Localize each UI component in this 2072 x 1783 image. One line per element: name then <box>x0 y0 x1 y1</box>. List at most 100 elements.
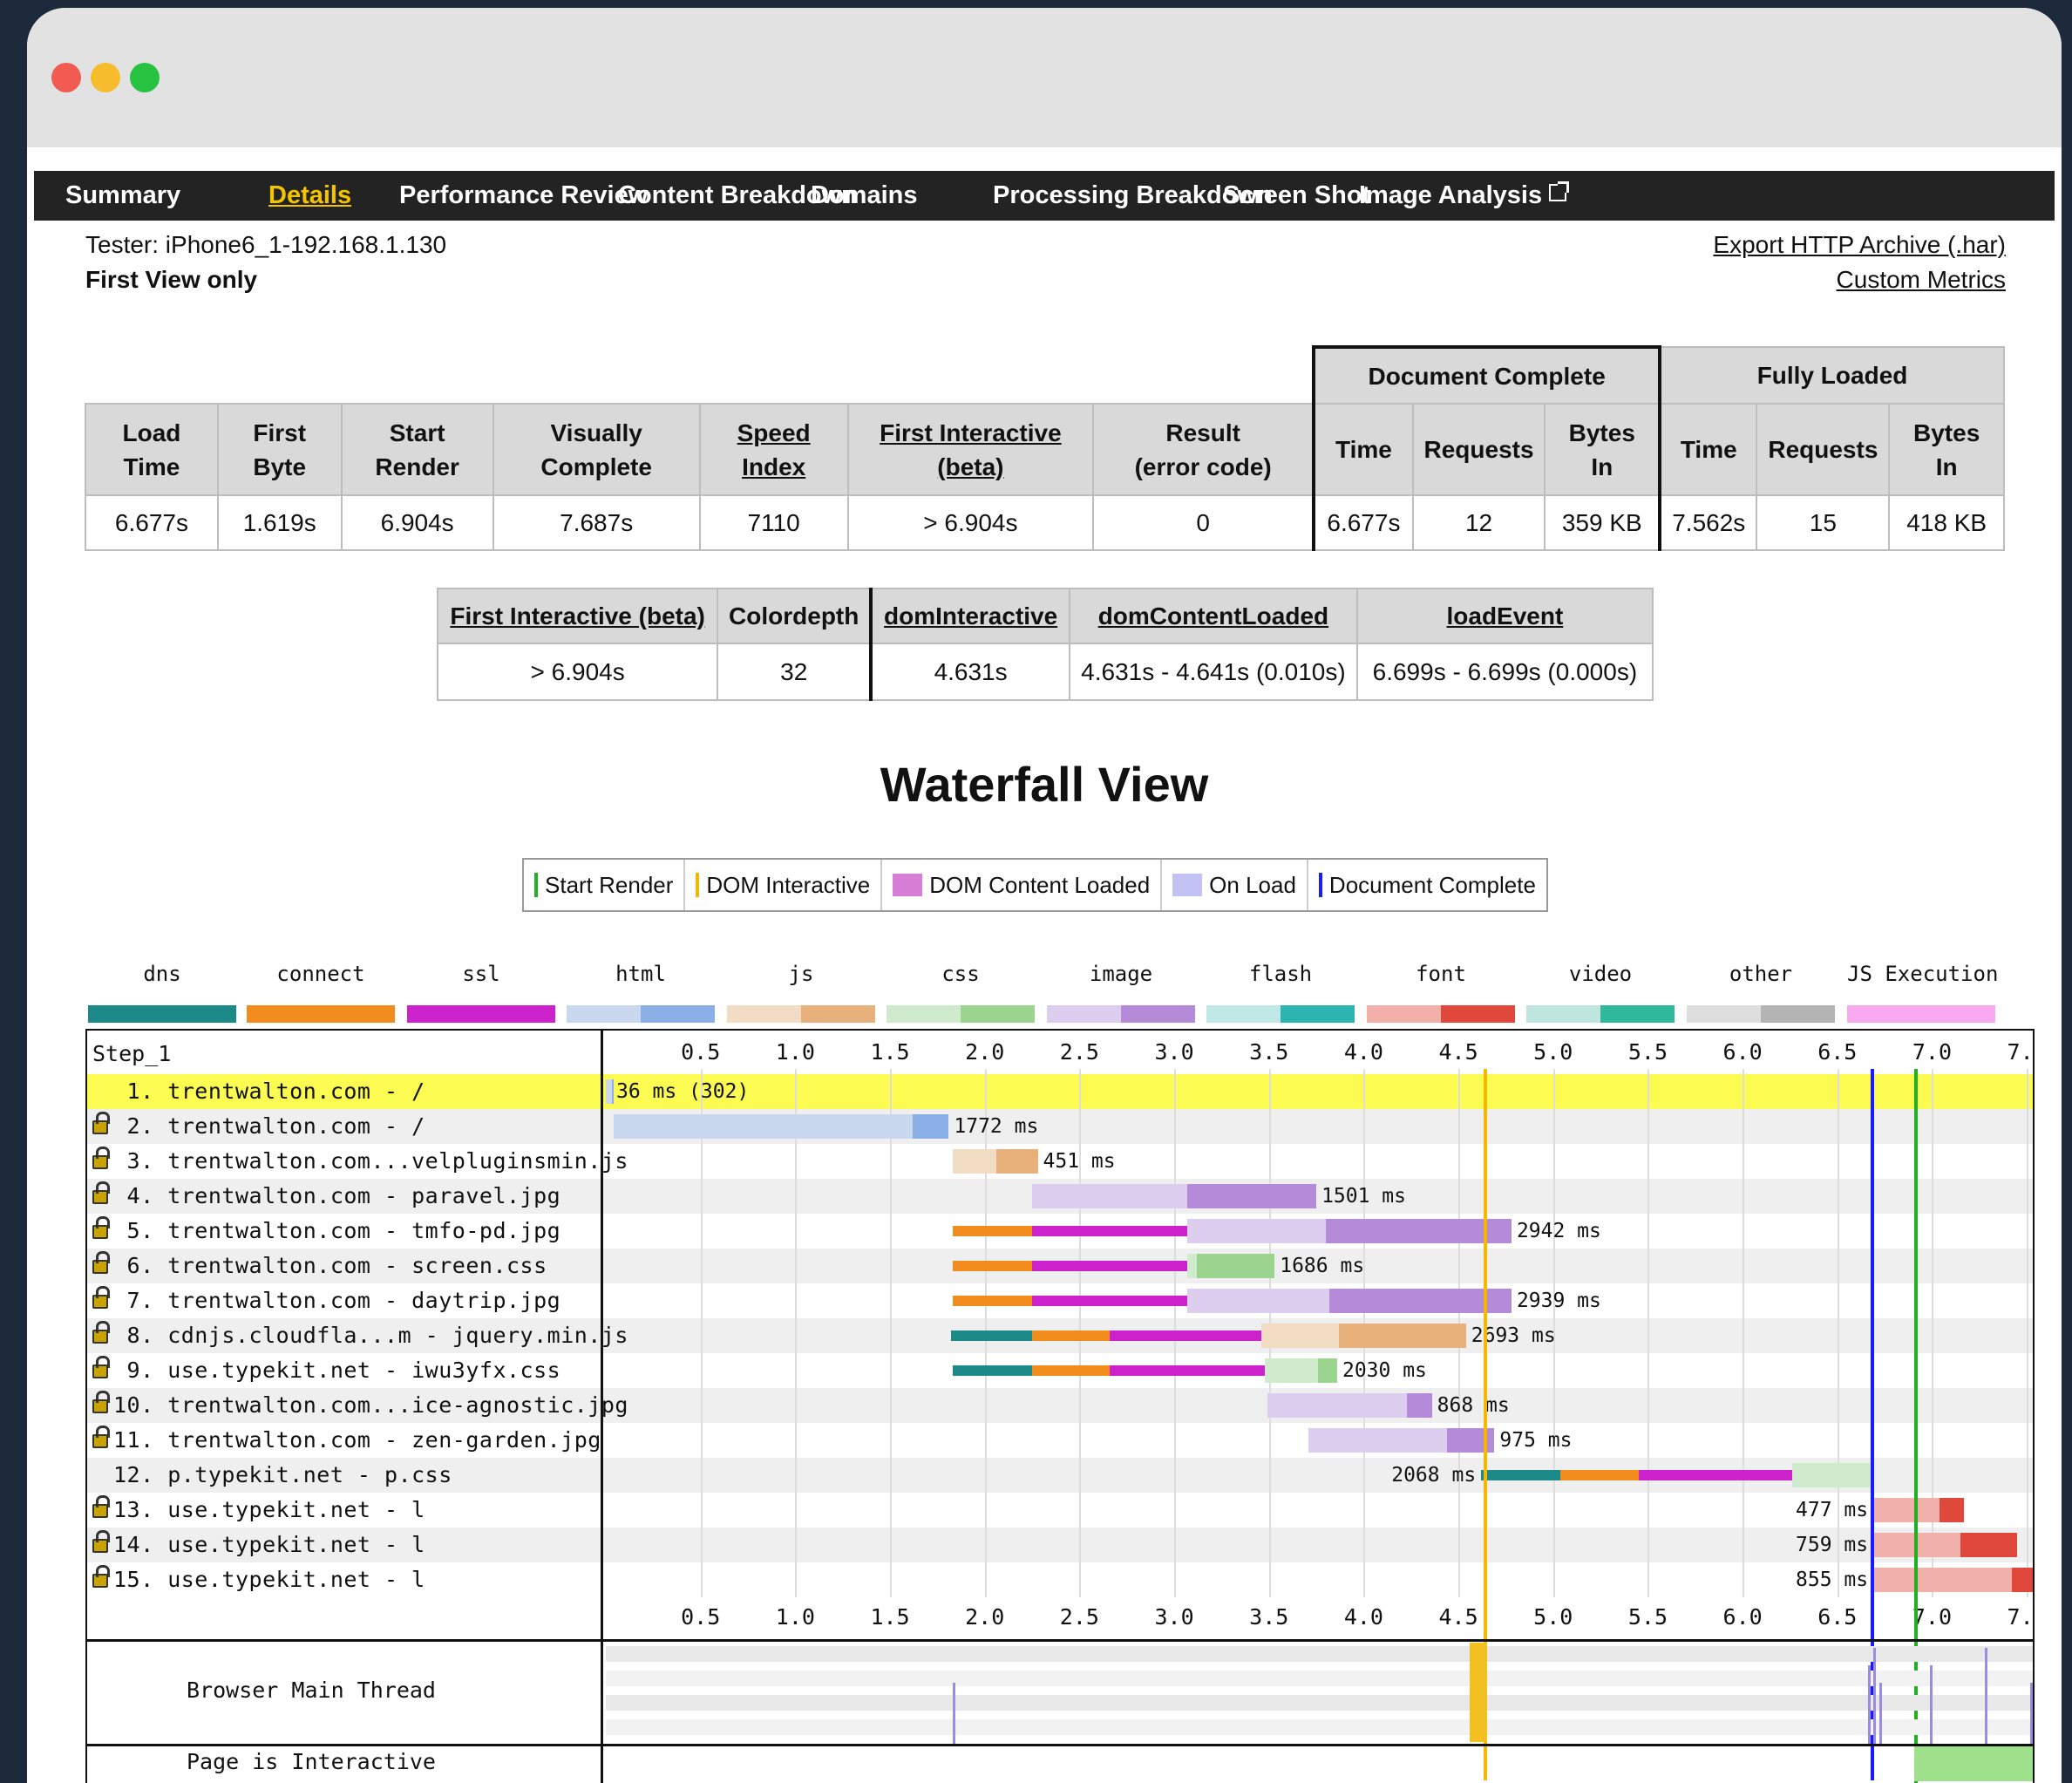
time-tick-top: 4.0 <box>1343 1039 1383 1065</box>
minimize-window-button[interactable] <box>91 63 120 92</box>
summary-header-label: Time <box>1680 436 1737 463</box>
type-label-video: video <box>1568 962 1633 986</box>
request-duration: 1686 ms <box>1280 1255 1365 1277</box>
request-label[interactable]: 12. p.typekit.net - p.css <box>92 1458 452 1493</box>
request-url: trentwalton.com - / <box>153 1079 425 1104</box>
bar-connect <box>952 1261 1033 1271</box>
summary-table: Document Complete Fully Loaded Load Time F… <box>85 345 2005 551</box>
close-window-button[interactable] <box>51 63 81 92</box>
timing-header-domcontentloaded[interactable]: domContentLoaded <box>1069 588 1358 644</box>
legend-item-on-load: On Load <box>1162 860 1308 910</box>
request-url: trentwalton.com - / <box>153 1113 425 1139</box>
request-number: 11. <box>113 1427 154 1453</box>
type-swatch-light <box>887 1005 961 1023</box>
nav-tab-details[interactable]: Details <box>268 171 351 221</box>
time-tick-bottom: 5.5 <box>1627 1604 1668 1630</box>
lock-icon <box>92 1321 110 1344</box>
request-type-legend: dns connect ssl html js css image flash font vide… <box>27 958 2062 1028</box>
type-label-css: css <box>941 962 980 986</box>
summary-header-speed-index-4[interactable]: Speed Index <box>698 403 849 496</box>
request-label[interactable]: 10. trentwalton.com...ice-agnostic.jpg <box>92 1388 628 1423</box>
nav-tab-summary[interactable]: Summary <box>65 171 180 221</box>
timing-header-dominteractive[interactable]: domInteractive <box>869 588 1071 644</box>
type-swatch-dark <box>961 1005 1035 1023</box>
type-swatch-light <box>1206 1005 1281 1023</box>
timing-header-label: domContentLoaded <box>1097 602 1329 629</box>
tester-info: Tester: iPhone6_1-192.168.1.130 <box>85 231 447 258</box>
request-number: 1. <box>113 1079 154 1104</box>
summary-header-label: Speed Index <box>737 419 811 480</box>
bar-ttfb <box>613 1114 914 1139</box>
request-label[interactable]: 8. cdnjs.cloudfla...m - jquery.min.js <box>92 1318 628 1353</box>
type-swatch-js-execution <box>1847 1005 1995 1023</box>
summary-value-10: 7.562s <box>1658 494 1758 551</box>
request-label[interactable]: 1. trentwalton.com - / <box>92 1074 425 1109</box>
grid-line <box>2027 1069 2029 1597</box>
custom-metrics-link[interactable]: Custom Metrics <box>1837 266 2006 294</box>
type-swatch-dark <box>1600 1005 1675 1023</box>
legend-item-start-render: Start Render <box>524 860 686 910</box>
type-swatch-ssl <box>407 1005 555 1023</box>
time-tick-bottom: 1.0 <box>775 1604 815 1630</box>
request-number: 14. <box>113 1532 154 1557</box>
request-url: use.typekit.net - iwu3yfx.css <box>153 1358 561 1383</box>
request-label[interactable]: 6. trentwalton.com - screen.css <box>92 1249 547 1283</box>
summary-header-requests-11: Requests <box>1756 403 1891 496</box>
request-label[interactable]: 13. use.typekit.net - l <box>92 1493 425 1528</box>
summary-header-label: Requests <box>1768 436 1878 463</box>
request-label[interactable]: 11. trentwalton.com - zen-garden.jpg <box>92 1423 601 1458</box>
summary-header-bytes-in-12: Bytes In <box>1888 403 2005 496</box>
request-label[interactable]: 4. trentwalton.com - paravel.jpg <box>92 1179 560 1214</box>
bar-download <box>1197 1254 1275 1278</box>
summary-header-first-interactive-beta-5[interactable]: First Interactive (beta) <box>846 403 1095 496</box>
nav-tab-performance-review[interactable]: Performance Review <box>399 171 648 221</box>
request-label[interactable]: 15. use.typekit.net - l <box>92 1562 425 1597</box>
bar-connect <box>1560 1470 1639 1480</box>
request-label[interactable]: 5. trentwalton.com - tmfo-pd.jpg <box>92 1214 560 1249</box>
bar-ttfb <box>1187 1289 1330 1313</box>
request-label[interactable]: 9. use.typekit.net - iwu3yfx.css <box>92 1353 560 1388</box>
request-label[interactable]: 2. trentwalton.com - / <box>92 1109 425 1144</box>
timing-value-2: 4.631s <box>869 643 1071 701</box>
maximize-window-button[interactable] <box>130 63 160 92</box>
request-number: 2. <box>113 1113 154 1139</box>
type-label-js-execution: JS Execution <box>1847 962 1999 986</box>
type-swatch-light <box>567 1005 641 1023</box>
nav-tab-image-analysis[interactable]: Image Analysis <box>1359 171 1570 221</box>
legend-label: Start Render <box>545 871 674 898</box>
nav-tab-screen-shot[interactable]: Screen Shot <box>1223 171 1370 221</box>
bar-ttfb <box>1187 1219 1326 1243</box>
request-label[interactable]: 3. trentwalton.com...velpluginsmin.js <box>92 1144 628 1179</box>
timing-header-colordepth: Colordepth <box>717 588 873 644</box>
waterfall-legend: Start Render DOM Interactive DOM Content L… <box>522 858 1548 912</box>
time-tick-bottom: 5.0 <box>1533 1604 1573 1630</box>
request-duration: 477 ms <box>1796 1499 1869 1521</box>
lock-icon <box>92 1147 110 1169</box>
request-label[interactable]: 7. trentwalton.com - daytrip.jpg <box>92 1283 560 1318</box>
request-label[interactable]: 14. use.typekit.net - l <box>92 1528 425 1562</box>
request-number: 12. <box>113 1462 154 1487</box>
waterfall-title: Waterfall View <box>880 757 1209 812</box>
time-tick-bottom: 1.5 <box>870 1604 910 1630</box>
time-tick-top: 1.0 <box>775 1039 815 1065</box>
summary-header-bytes-in-9: Bytes In <box>1544 403 1661 496</box>
time-tick-top: 1.5 <box>870 1039 910 1065</box>
request-number: 10. <box>113 1392 154 1418</box>
bar-download <box>1960 1533 2018 1557</box>
summary-value-3: 7.687s <box>492 494 701 551</box>
legend-item-document-complete: Document Complete <box>1308 860 1546 910</box>
type-swatch-js <box>727 1005 875 1023</box>
type-swatch-dark <box>1121 1005 1195 1023</box>
type-swatch-html <box>567 1005 715 1023</box>
export-har-link[interactable]: Export HTTP Archive (.har) <box>1713 231 2006 259</box>
summary-value-4: 7110 <box>698 494 849 551</box>
timing-header-first-interactive-beta[interactable]: First Interactive (beta) <box>436 588 719 644</box>
timing-header-loadevent[interactable]: loadEvent <box>1355 588 1654 644</box>
bar-ssl <box>1032 1296 1188 1306</box>
request-number: 8. <box>113 1323 154 1348</box>
time-tick-bottom: 6.5 <box>1817 1604 1858 1630</box>
timing-header-label: loadEvent <box>1446 602 1564 629</box>
request-url: trentwalton.com - tmfo-pd.jpg <box>153 1218 561 1243</box>
request-number: 15. <box>113 1567 154 1592</box>
nav-tab-domains[interactable]: Domains <box>811 171 917 221</box>
